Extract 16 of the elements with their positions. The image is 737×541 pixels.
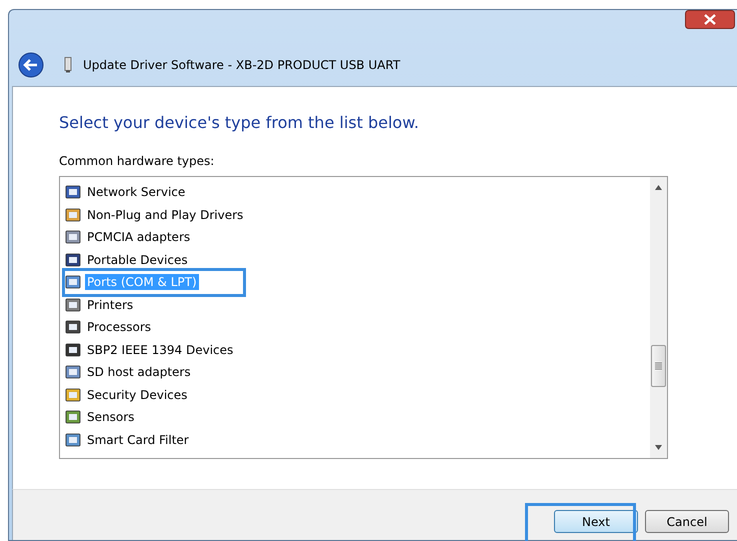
list-item[interactable]: Sensors	[85, 409, 136, 426]
list-item[interactable]: PCMCIA adapters	[85, 229, 192, 246]
list-item[interactable]: Security Devices	[85, 386, 190, 403]
window-title: Update Driver Software - XB-2D PRODUCT USB UART	[83, 58, 400, 72]
list-item[interactable]: Network Service	[85, 184, 188, 200]
list-item[interactable]: Printers	[85, 296, 136, 313]
next-button[interactable]: Next	[554, 510, 638, 533]
list-item[interactable]: SD host adapters	[85, 364, 193, 380]
list-item[interactable]: Processors	[85, 319, 154, 336]
instruction-heading: Select your device's type from the list below.	[59, 113, 420, 132]
list-item[interactable]: Portable Devices	[85, 252, 190, 268]
list-item[interactable]: Non-Plug and Play Drivers	[85, 206, 246, 223]
list-label: Common hardware types:	[59, 154, 216, 168]
list-item[interactable]: SBP2 IEEE 1394 Devices	[85, 342, 236, 358]
list-item[interactable]: Smart Card Filter	[85, 432, 191, 448]
cancel-button[interactable]: Cancel	[645, 510, 729, 533]
